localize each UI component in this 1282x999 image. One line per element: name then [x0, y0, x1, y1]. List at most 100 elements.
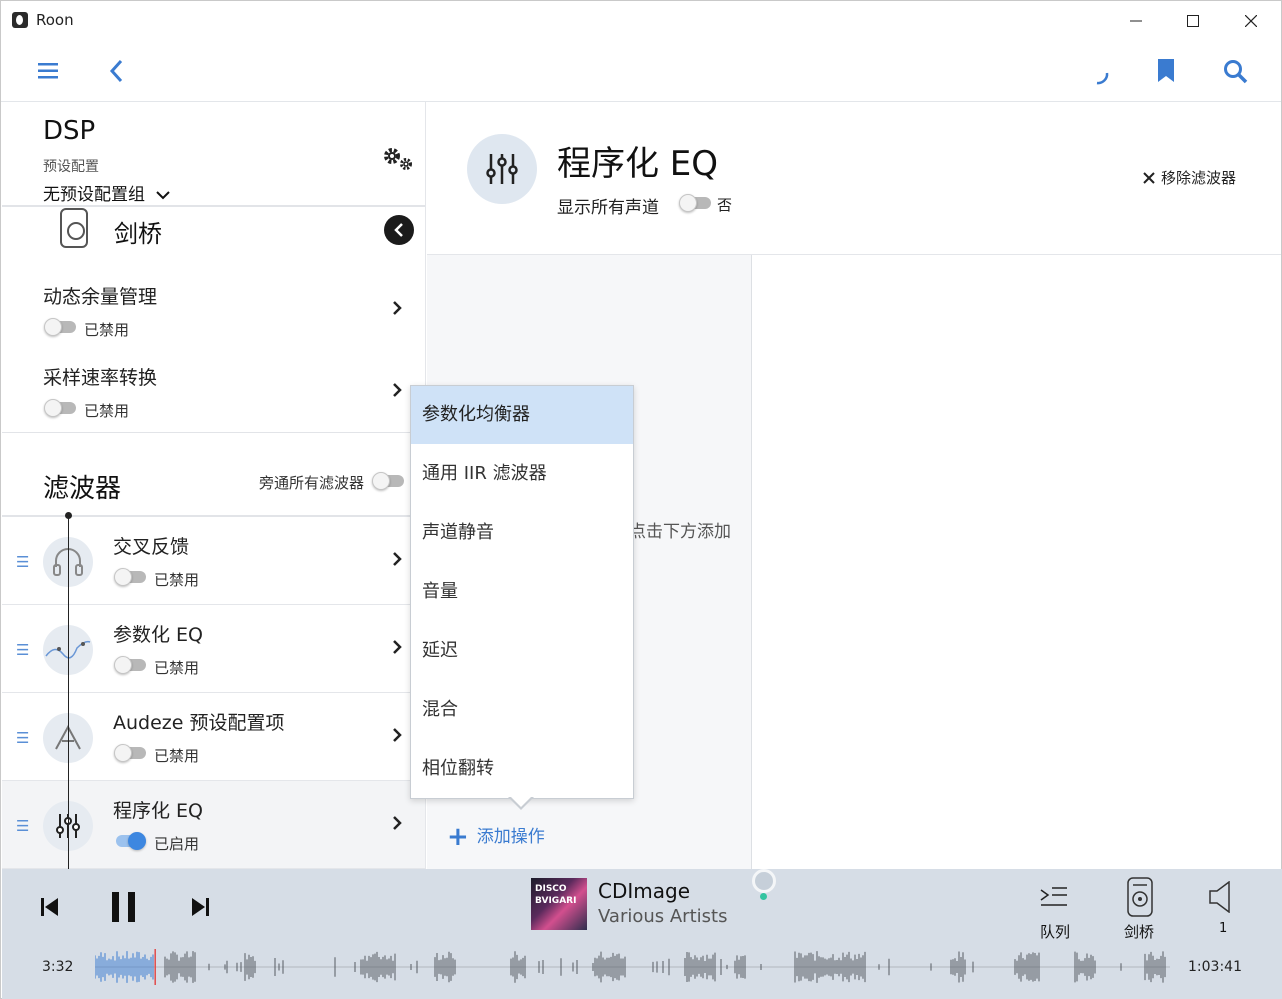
- volume-icon[interactable]: [1209, 881, 1231, 913]
- filter-toggle[interactable]: [114, 832, 146, 850]
- total-time: 1:03:41: [1188, 959, 1242, 975]
- show-all-channels-toggle[interactable]: [679, 194, 711, 212]
- show-all-channels-value: 否: [717, 196, 733, 214]
- maximize-button[interactable]: [1170, 7, 1216, 35]
- back-arrow-icon[interactable]: [109, 59, 125, 83]
- filter-toggle[interactable]: [114, 568, 146, 586]
- chevron-right-icon: [392, 382, 402, 403]
- preset-dropdown[interactable]: 无预设配置组: [43, 180, 171, 205]
- chevron-right-icon: [392, 727, 402, 748]
- chevron-right-icon: [392, 639, 402, 660]
- waveform-seekbar[interactable]: [95, 949, 1170, 985]
- next-track-icon[interactable]: [191, 897, 209, 917]
- filter-chain-line: [68, 515, 69, 869]
- filter-state: 已禁用: [154, 659, 200, 677]
- sample-rate-toggle[interactable]: [44, 399, 76, 417]
- bookmark-icon[interactable]: [1157, 59, 1175, 83]
- signal-path-indicator[interactable]: [752, 869, 776, 893]
- hamburger-menu-icon[interactable]: [38, 63, 58, 79]
- roon-window: Roon DSP 预设配置 无预设配置组 剑桥 动态余量管理 已禁用 采样速率转…: [0, 0, 1282, 999]
- menu-item-mix[interactable]: 混合: [411, 681, 633, 739]
- close-icon: [1143, 172, 1155, 184]
- minimize-icon: [1130, 20, 1142, 22]
- sample-rate-title: 采样速率转换: [43, 367, 158, 389]
- menu-pointer: [510, 796, 532, 807]
- track-artist[interactable]: Various Artists: [598, 906, 727, 927]
- title-bar: Roon: [1, 1, 1281, 39]
- volume-value: 1: [1219, 921, 1228, 936]
- chevron-left-icon: [394, 223, 403, 237]
- menu-item-parametric-eq[interactable]: 参数化均衡器: [411, 386, 633, 444]
- add-operation-button[interactable]: + 添加操作: [447, 822, 545, 852]
- filter-title: 参数化 EQ: [113, 624, 203, 646]
- drag-handle-icon[interactable]: ☰: [16, 641, 29, 659]
- filter-toggle[interactable]: [114, 744, 146, 762]
- preset-label: 预设配置: [43, 159, 99, 175]
- separator: [2, 205, 425, 207]
- menu-item-volume[interactable]: 音量: [411, 563, 633, 621]
- signal-quality-dot: [760, 893, 767, 900]
- add-operation-label: 添加操作: [476, 827, 545, 847]
- headroom-toggle[interactable]: [44, 318, 76, 336]
- drag-handle-icon[interactable]: ☰: [16, 817, 29, 835]
- zone-speaker-icon[interactable]: [1127, 877, 1153, 917]
- filter-row-parametric-eq[interactable]: ☰ 参数化 EQ 已禁用: [2, 605, 425, 693]
- headroom-title: 动态余量管理: [43, 286, 158, 308]
- add-operation-menu: 参数化均衡器 通用 IIR 滤波器 声道静音 音量 延迟 混合 相位翻转: [410, 385, 634, 799]
- headroom-state: 已禁用: [84, 321, 130, 339]
- settings-gear-icon[interactable]: [380, 144, 416, 174]
- operation-detail-area: [752, 255, 1281, 870]
- filter-title: 程序化 EQ: [113, 800, 203, 822]
- menu-item-phase-invert[interactable]: 相位翻转: [411, 740, 633, 798]
- menu-item-iir-filter[interactable]: 通用 IIR 滤波器: [411, 445, 633, 503]
- menu-item-delay[interactable]: 延迟: [411, 622, 633, 680]
- collapse-button[interactable]: [384, 215, 414, 245]
- pause-icon[interactable]: [110, 891, 138, 923]
- minimize-button[interactable]: [1113, 7, 1159, 35]
- chevron-down-icon: [156, 191, 171, 200]
- drag-handle-icon[interactable]: ☰: [16, 553, 29, 571]
- dsp-title: DSP: [43, 116, 96, 146]
- window-title: Roon: [36, 11, 74, 29]
- zone-label[interactable]: 剑桥: [1124, 921, 1154, 942]
- column-divider: [751, 255, 752, 870]
- maximize-icon: [1187, 15, 1199, 27]
- player-bar: DISCO BVIGARI CDImage Various Artists 队列…: [2, 869, 1282, 999]
- filter-state: 已禁用: [154, 747, 200, 765]
- track-title[interactable]: CDImage: [598, 879, 690, 903]
- close-icon: [1245, 15, 1257, 27]
- preset-value: 无预设配置组: [43, 185, 145, 205]
- elapsed-time: 3:32: [42, 959, 74, 975]
- previous-track-icon[interactable]: [41, 897, 59, 917]
- filter-title: Audeze 预设配置项: [113, 712, 285, 734]
- album-art[interactable]: DISCO BVIGARI: [531, 878, 587, 930]
- filter-row-crossfeed[interactable]: ☰ 交叉反馈 已禁用: [2, 517, 425, 605]
- roon-app-icon: [12, 12, 28, 28]
- queue-label[interactable]: 队列: [1040, 921, 1070, 942]
- chevron-right-icon: [392, 551, 402, 572]
- remove-filter-button[interactable]: 移除滤波器: [1143, 167, 1236, 188]
- bypass-all-toggle[interactable]: [372, 472, 404, 490]
- queue-icon[interactable]: [1040, 886, 1068, 908]
- add-hint-text: 点击下方添加: [629, 522, 731, 542]
- menu-item-channel-mute[interactable]: 声道静音: [411, 504, 633, 562]
- filter-toggle[interactable]: [114, 656, 146, 674]
- close-window-button[interactable]: [1228, 7, 1274, 35]
- filter-chain-dot: [65, 512, 72, 519]
- filter-title: 交叉反馈: [113, 536, 190, 558]
- sample-rate-state: 已禁用: [84, 402, 130, 420]
- chevron-right-icon: [392, 300, 402, 321]
- filters-title: 滤波器: [43, 474, 122, 504]
- search-icon[interactable]: [1223, 59, 1249, 85]
- album-art-text: DISCO BVIGARI: [535, 884, 577, 906]
- show-all-channels-label: 显示所有声道: [557, 198, 659, 218]
- filter-state: 已禁用: [154, 571, 200, 589]
- drag-handle-icon[interactable]: ☰: [16, 729, 29, 747]
- top-toolbar: [1, 39, 1281, 102]
- filter-row-procedural-eq[interactable]: ☰ 程序化 EQ 已启用: [2, 781, 425, 869]
- sliders-icon: [467, 134, 537, 204]
- zone-name: 剑桥: [114, 220, 162, 248]
- filter-row-audeze[interactable]: ☰ Audeze 预设配置项 已禁用: [2, 693, 425, 781]
- bypass-all-label: 旁通所有滤波器: [259, 474, 365, 492]
- filter-title: 程序化 EQ: [557, 144, 719, 184]
